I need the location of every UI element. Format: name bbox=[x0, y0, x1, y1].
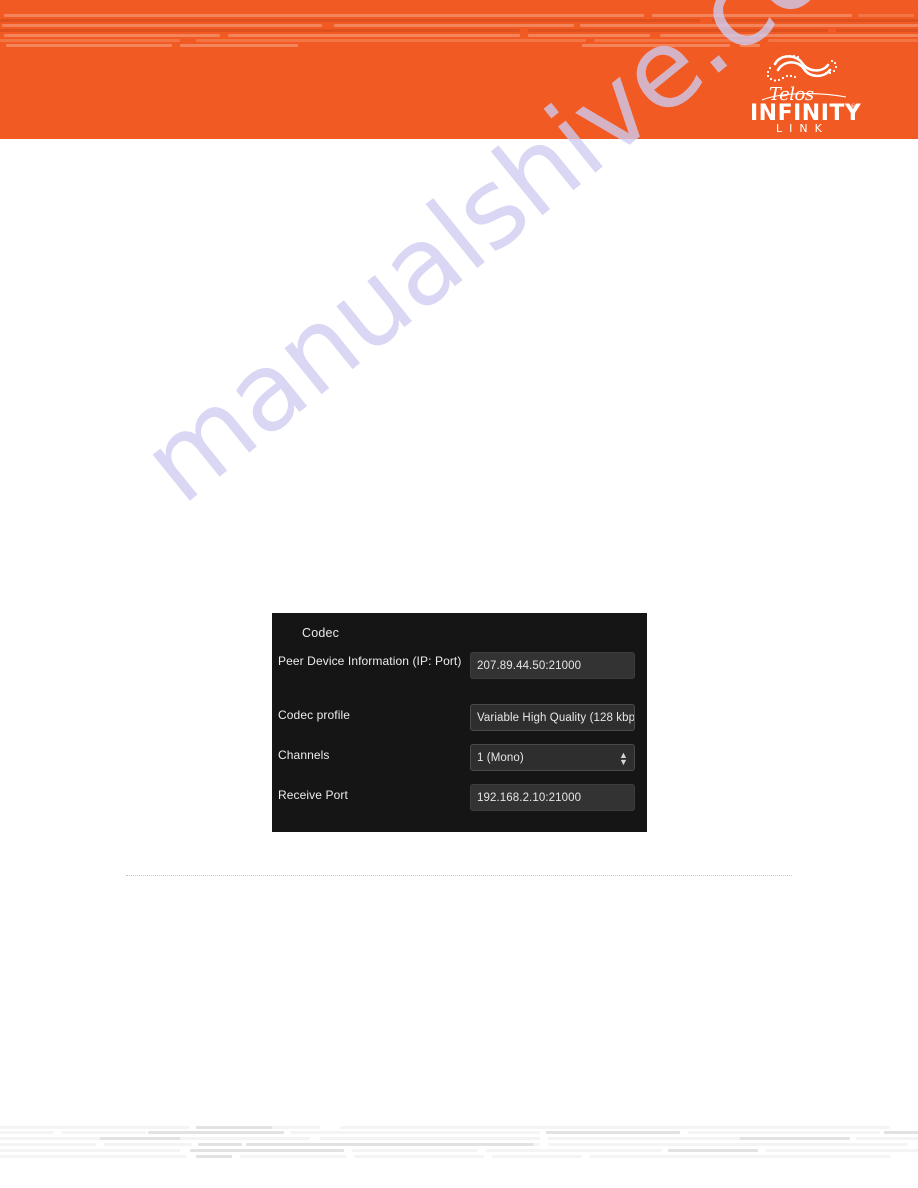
infinity-ribbon-icon bbox=[773, 55, 832, 78]
peer-device-information-field[interactable]: 207.89.44.50:21000 bbox=[470, 652, 635, 679]
codec-profile-select[interactable]: Variable High Quality (128 kbps ▲▼ bbox=[470, 704, 635, 731]
telos-infinity-link-logo: Telos INFINITY ® LINK bbox=[742, 48, 862, 134]
logo-registered-mark: ® bbox=[850, 103, 857, 111]
section-divider bbox=[126, 875, 792, 877]
channels-label: Channels bbox=[278, 748, 330, 762]
manual-page: Telos INFINITY ® LINK manualshive.com Co… bbox=[0, 0, 918, 1188]
codec-panel-title: Codec bbox=[302, 626, 340, 640]
header-ghost-text bbox=[0, 14, 918, 48]
codec-profile-label: Codec profile bbox=[278, 708, 351, 722]
page-header-band: Telos INFINITY ® LINK bbox=[0, 0, 918, 139]
channels-select[interactable]: 1 (Mono) ▲ ▼ bbox=[470, 744, 635, 771]
peer-device-information-label: Peer Device Information (IP: Port) bbox=[278, 654, 462, 668]
logo-subbrand-word: LINK bbox=[776, 122, 829, 134]
receive-port-field[interactable]: 192.168.2.10:21000 bbox=[470, 784, 635, 811]
footer-ghost-text bbox=[0, 1126, 918, 1170]
codec-settings-panel: Codec Peer Device Information (IP: Port)… bbox=[272, 613, 647, 832]
spinner-updown-icon: ▲ ▼ bbox=[618, 749, 628, 767]
channels-value: 1 (Mono) bbox=[477, 751, 524, 764]
codec-profile-value: Variable High Quality (128 kbps bbox=[477, 711, 635, 724]
receive-port-label: Receive Port bbox=[278, 788, 348, 802]
